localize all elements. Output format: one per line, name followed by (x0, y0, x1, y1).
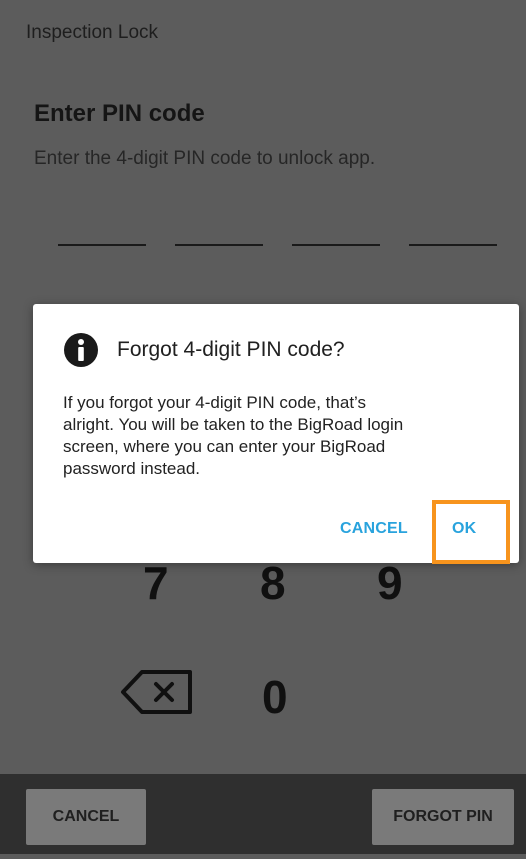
app-bar-title: Inspection Lock (26, 22, 159, 43)
ok-button-highlight (432, 500, 510, 564)
page-title: Enter PIN code (34, 100, 205, 127)
dialog-message-line: screen, where you can enter your BigRoad (63, 437, 386, 456)
dialog-message: If you forgot your 4-digit PIN code, tha… (63, 392, 503, 480)
cancel-button[interactable]: CANCEL (26, 789, 146, 845)
dialog-message-line: alright. You will be taken to the BigRoa… (63, 415, 404, 434)
dialog-message-line: If you forgot your 4-digit PIN code, tha… (63, 393, 367, 412)
keypad-key-0[interactable]: 0 (262, 674, 288, 720)
keypad-key-7[interactable]: 7 (143, 560, 169, 606)
inspection-lock-screen: Inspection Lock Enter PIN code Enter the… (0, 0, 526, 859)
forgot-pin-button[interactable]: FORGOT PIN (372, 789, 514, 845)
dialog-cancel-button[interactable]: CANCEL (340, 520, 408, 538)
keypad-backspace-button[interactable] (120, 668, 196, 716)
app-bar: Inspection Lock (0, 0, 526, 66)
info-icon (63, 332, 99, 368)
pin-digit-slot-3[interactable] (292, 244, 380, 246)
keypad-key-8[interactable]: 8 (260, 560, 286, 606)
keypad-key-9[interactable]: 9 (377, 560, 403, 606)
pin-digit-slot-2[interactable] (175, 244, 263, 246)
pin-digit-slot-4[interactable] (409, 244, 497, 246)
page-subtitle: Enter the 4-digit PIN code to unlock app… (34, 148, 376, 169)
dialog-title: Forgot 4-digit PIN code? (117, 338, 345, 361)
pin-digit-slot-1[interactable] (58, 244, 146, 246)
dialog-message-line: password instead. (63, 459, 201, 478)
backspace-icon (121, 670, 192, 714)
